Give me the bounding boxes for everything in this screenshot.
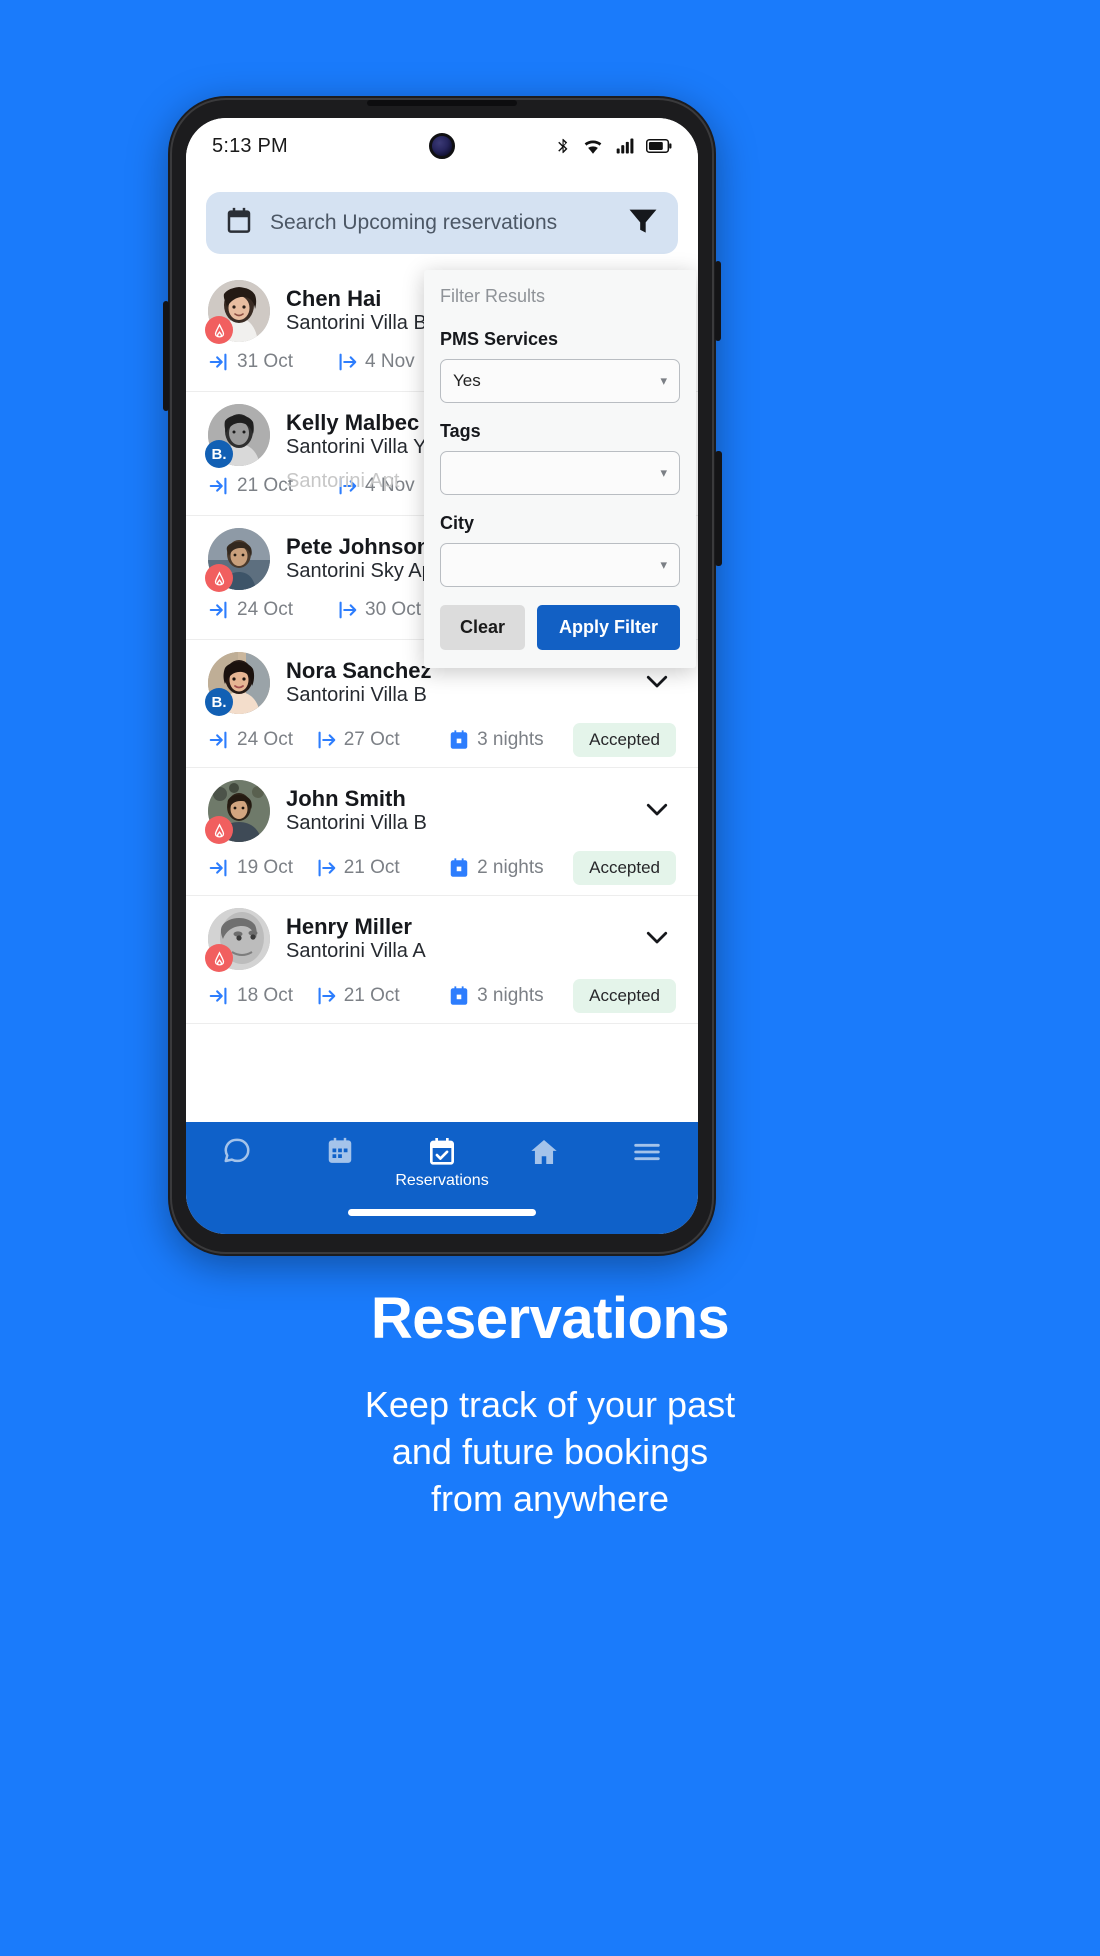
status-badge: Accepted: [573, 851, 676, 885]
nav-item-chat[interactable]: [186, 1136, 288, 1170]
filter-panel-title: Filter Results: [440, 286, 546, 306]
property-name: Santorini Villa B: [286, 684, 427, 707]
chevron-down-icon: ▾: [660, 465, 667, 480]
nav-item-home[interactable]: [493, 1136, 595, 1172]
nav-item-reservations[interactable]: Reservations: [391, 1136, 493, 1190]
filter-results-panel: Filter Results PMS Services Yes ▾ Tags ▾…: [424, 270, 696, 668]
property-name: Santorini Villa A: [286, 940, 426, 963]
nav-label-reservations: Reservations: [395, 1172, 489, 1189]
status-bar: 5:13 PM: [186, 118, 698, 174]
check-in-date: 24 Oct: [208, 729, 315, 751]
avatar: [205, 780, 270, 844]
nights-count: 3 nights: [448, 985, 573, 1007]
nav-item-menu[interactable]: [596, 1136, 698, 1172]
phone-device-frame: 5:13 PM Search Upcoming reservations Che…: [163, 96, 722, 1256]
guest-name: John Smith: [286, 785, 406, 811]
page-title: Reservations: [370, 1286, 730, 1351]
marketing-line-3: from anywhere: [430, 1477, 670, 1519]
check-out-date: 21 Oct: [315, 985, 448, 1007]
side-button-secondary[interactable]: [715, 451, 722, 566]
filter-funnel-icon[interactable]: [626, 204, 660, 243]
avatar: [205, 280, 270, 344]
search-section: Search Upcoming reservations: [186, 174, 698, 268]
filter-select-pms-services[interactable]: Yes ▾: [440, 359, 680, 403]
chevron-down-icon[interactable]: [642, 794, 672, 829]
home-gesture-indicator: [348, 1209, 536, 1216]
filter-value-pms-services: Yes: [453, 371, 481, 390]
calendar-check-icon: [426, 1136, 458, 1168]
filter-label-tags: Tags: [440, 421, 481, 441]
avatar: B.: [205, 652, 270, 716]
property-name: Santorini Villa B: [286, 812, 427, 835]
airbnb-badge-icon: [205, 316, 233, 344]
table-row[interactable]: John Smith Santorini Villa B 19 Oct 21 O…: [186, 768, 698, 896]
avatar: B.: [205, 404, 270, 468]
filter-label-pms-services: PMS Services: [440, 329, 559, 349]
check-in-date: 21 Oct: [208, 475, 336, 497]
check-out-date: 27 Oct: [315, 729, 448, 751]
filter-label-city: City: [440, 513, 475, 533]
guest-name: Henry Miller: [286, 913, 412, 939]
home-icon: [528, 1136, 560, 1168]
chevron-down-icon[interactable]: [642, 666, 672, 701]
check-in-date: 19 Oct: [208, 857, 315, 879]
phone-screen: 5:13 PM Search Upcoming reservations Che…: [186, 118, 698, 1234]
bottom-navigation-bar: Reservations: [186, 1122, 698, 1234]
calendar-icon: [325, 1136, 355, 1166]
airbnb-badge-icon: [205, 816, 233, 844]
chevron-down-icon: ▾: [660, 557, 667, 572]
front-camera-punch-hole: [429, 133, 455, 159]
nav-item-calendar[interactable]: [288, 1136, 390, 1170]
chat-bubble-icon: [222, 1136, 252, 1166]
check-in-date: 18 Oct: [208, 985, 315, 1007]
filter-select-tags[interactable]: ▾: [440, 451, 680, 495]
status-bar-icons: [554, 135, 672, 157]
booking-badge-icon: B.: [205, 440, 233, 468]
marketing-line-1: Keep track of your past: [364, 1384, 736, 1425]
filter-action-row: Clear Apply Filter: [440, 605, 680, 650]
check-out-date: 21 Oct: [315, 857, 448, 879]
chevron-down-icon[interactable]: [642, 922, 672, 957]
apply-filter-button[interactable]: Apply Filter: [537, 605, 680, 650]
check-in-date: 24 Oct: [208, 599, 336, 621]
status-bar-clock: 5:13 PM: [212, 134, 288, 157]
table-row[interactable]: Henry Miller Santorini Villa A 18 Oct 21…: [186, 896, 698, 1024]
marketing-line-2: and future bookings: [391, 1430, 709, 1472]
nights-count: 2 nights: [448, 857, 573, 879]
hamburger-menu-icon: [631, 1136, 663, 1168]
status-badge: Accepted: [573, 723, 676, 757]
airbnb-badge-icon: [205, 564, 233, 592]
calendar-icon: [224, 206, 254, 241]
filter-select-city[interactable]: ▾: [440, 543, 680, 587]
chevron-down-icon: ▾: [660, 373, 667, 388]
status-badge: Accepted: [573, 979, 676, 1013]
check-in-date: 31 Oct: [208, 351, 336, 373]
battery-icon: [646, 138, 672, 154]
avatar: [205, 908, 270, 972]
search-bar[interactable]: Search Upcoming reservations: [206, 192, 678, 254]
wifi-icon: [582, 135, 604, 157]
cellular-signal-icon: [615, 136, 635, 156]
booking-badge-icon: B.: [205, 688, 233, 716]
earpiece-speaker: [367, 100, 517, 106]
marketing-copy: Reservations Keep track of your past and…: [0, 1285, 1100, 1522]
nights-count: 3 nights: [448, 729, 573, 751]
power-button[interactable]: [715, 261, 721, 341]
volume-button[interactable]: [163, 301, 169, 411]
search-input[interactable]: Search Upcoming reservations: [270, 211, 610, 235]
airbnb-badge-icon: [205, 944, 233, 972]
bluetooth-icon: [554, 135, 571, 157]
clear-button[interactable]: Clear: [440, 605, 526, 650]
avatar: [205, 528, 270, 592]
